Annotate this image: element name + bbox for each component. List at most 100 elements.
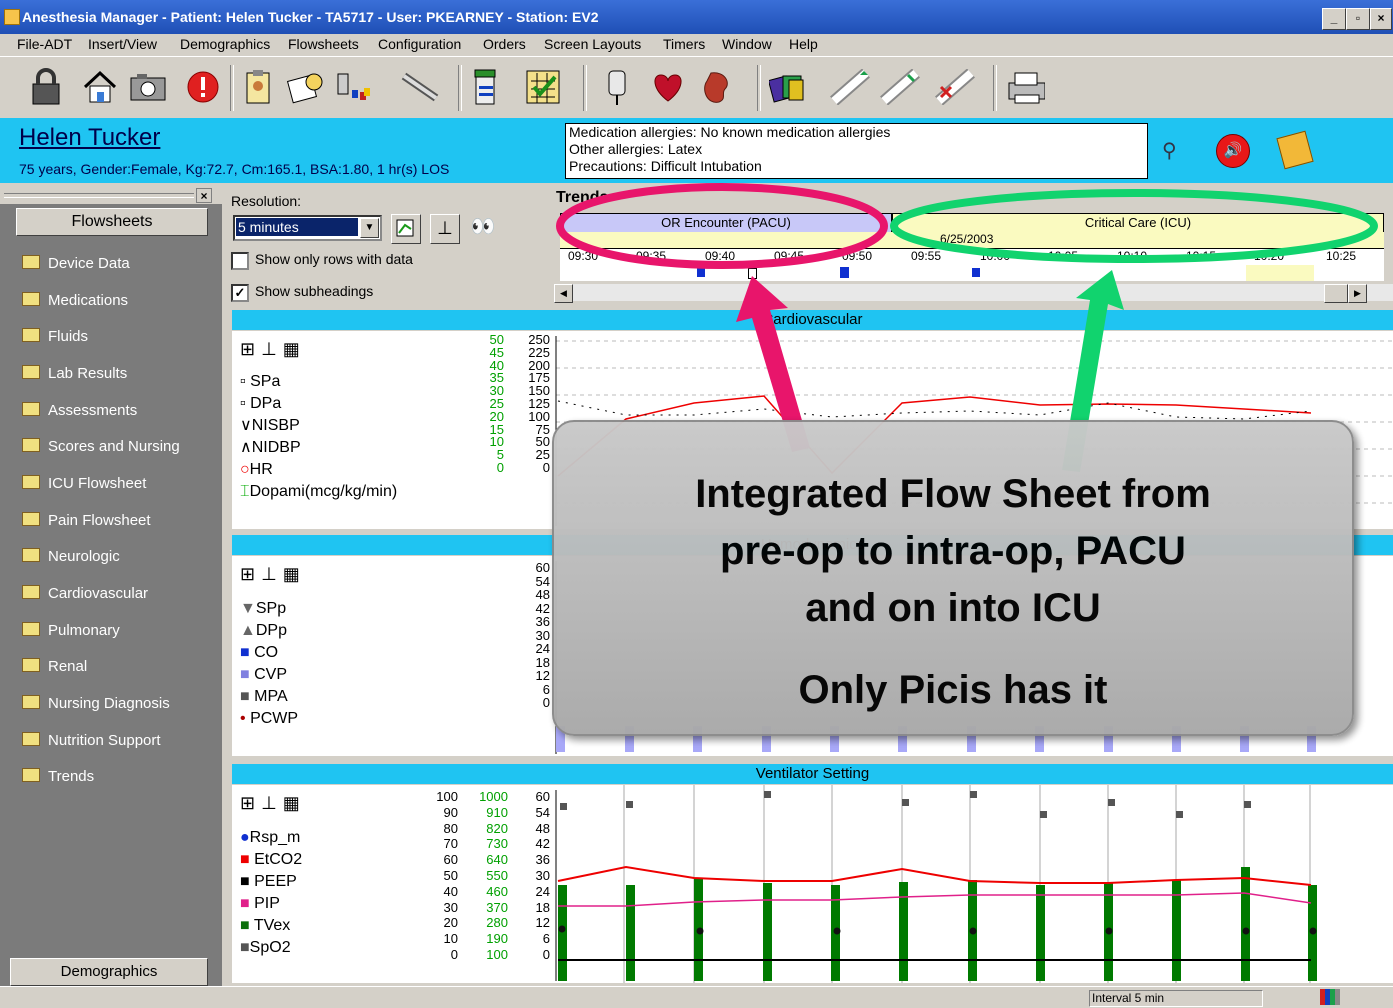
ventilator-panel-header[interactable]: Ventilator Setting (232, 764, 1393, 784)
camera-icon[interactable] (128, 67, 168, 107)
heart-icon[interactable] (648, 67, 688, 107)
legend-item[interactable]: ∧NIDBP (240, 437, 397, 459)
sidebar-item-medications[interactable]: Medications (22, 292, 128, 309)
stethoscope-icon[interactable]: ⚲ (1162, 138, 1177, 163)
legend-item[interactable]: ■ MPA (240, 686, 298, 708)
minimize-button[interactable]: _ (1322, 8, 1346, 30)
sidebar-item-pulmonary[interactable]: Pulmonary (22, 622, 120, 639)
scroll-right-icon[interactable]: ▶ (1348, 284, 1367, 303)
chart-tool-icons[interactable]: ⊞⊥▦ (240, 339, 306, 360)
menu-screen-layouts[interactable]: Screen Layouts (544, 36, 641, 52)
sidebar-item-renal[interactable]: Renal (22, 658, 87, 675)
sidebar-header-flowsheets[interactable]: Flowsheets (16, 208, 208, 236)
legend-item[interactable]: ■ PIP (240, 893, 302, 915)
legend-item[interactable]: ▲DPp (240, 620, 298, 642)
menu-configuration[interactable]: Configuration (378, 36, 461, 52)
or-encounter-band[interactable]: OR Encounter (PACU) (560, 213, 892, 233)
sidebar-item-trends[interactable]: Trends (22, 768, 94, 785)
status-indicator-icon[interactable] (1320, 989, 1340, 1005)
sidebar-item-icu-flowsheet[interactable]: ICU Flowsheet (22, 475, 146, 492)
legend-item[interactable]: ▫ SPa (240, 371, 397, 393)
sidebar-item-fluids[interactable]: Fluids (22, 328, 88, 345)
chart-view-icon[interactable] (391, 214, 421, 244)
sidebar-item-lab-results[interactable]: Lab Results (22, 365, 127, 382)
legend-item[interactable]: ▫ DPa (240, 393, 397, 415)
ekg-strip-2-icon[interactable] (880, 67, 920, 107)
legend-item[interactable]: ■ CO (240, 642, 298, 664)
sidebar-close-icon[interactable]: × (196, 188, 212, 203)
menu-timers[interactable]: Timers (663, 36, 705, 52)
chart-tool-icons[interactable]: ⊞⊥▦ (240, 564, 306, 585)
sidebar-item-nutrition-support[interactable]: Nutrition Support (22, 732, 161, 749)
folder-icon (22, 255, 40, 269)
cardiovascular-panel-header[interactable]: Cardiovascular (232, 310, 1393, 330)
sidebar-item-cardiovascular[interactable]: Cardiovascular (22, 585, 148, 602)
sidebar-item-assessments[interactable]: Assessments (22, 402, 137, 419)
show-rows-checkbox[interactable] (231, 252, 249, 270)
menu-demographics[interactable]: Demographics (180, 36, 270, 52)
event-marker[interactable] (748, 268, 757, 279)
notes-icon[interactable] (285, 67, 325, 107)
app-icon (4, 9, 20, 25)
menu-flowsheets[interactable]: Flowsheets (288, 36, 359, 52)
patient-name[interactable]: Helen Tucker (19, 124, 160, 152)
resolution-select[interactable]: 5 minutes ▼ (233, 215, 382, 241)
lock-icon[interactable] (26, 67, 66, 107)
timeline-scrollbar[interactable]: ◀ ▶ (554, 284, 1393, 303)
home-icon[interactable] (80, 67, 120, 107)
legend-item[interactable]: ⌶Dopami(mcg/kg/min) (240, 481, 397, 503)
iv-bag-icon[interactable] (597, 67, 637, 107)
menu-file-adt[interactable]: File-ADT (17, 36, 72, 52)
maximize-button[interactable]: ▫ (1346, 8, 1370, 30)
menu-insert-view[interactable]: Insert/View (88, 36, 157, 52)
callout-tagline: Only Picis has it (798, 668, 1108, 712)
pill-bottle-icon[interactable] (466, 67, 506, 107)
kidney-icon[interactable] (697, 67, 737, 107)
menu-window[interactable]: Window (722, 36, 772, 52)
legend-item[interactable]: ■SpO2 (240, 937, 302, 959)
legend-item[interactable]: ■ CVP (240, 664, 298, 686)
scroll-thumb[interactable] (1324, 284, 1348, 303)
printer-icon[interactable] (1005, 67, 1045, 107)
lock-badge-icon[interactable] (1276, 130, 1314, 170)
event-marker[interactable] (972, 268, 980, 277)
sidebar-item-nursing-diagnosis[interactable]: Nursing Diagnosis (22, 695, 170, 712)
ekg-strip-1-icon[interactable] (830, 67, 870, 107)
checklist-icon[interactable] (523, 67, 563, 107)
menu-help[interactable]: Help (789, 36, 818, 52)
chevron-down-icon[interactable]: ▼ (360, 218, 379, 238)
legend-item[interactable]: ■ EtCO2 (240, 849, 302, 871)
legend-item[interactable]: • PCWP (240, 708, 298, 730)
sidebar-item-scores-nursing[interactable]: Scores and Nursing (22, 438, 180, 455)
legend-item[interactable]: ■ PEEP (240, 871, 302, 893)
event-marker[interactable] (840, 267, 849, 278)
legend-item[interactable]: ▼SPp (240, 598, 298, 620)
precautions: Precautions: Difficult Intubation (569, 158, 762, 174)
toolbar (0, 56, 1393, 120)
close-button[interactable]: × (1370, 8, 1392, 30)
icu-encounter-band[interactable]: Critical Care (ICU) (892, 213, 1384, 233)
alert-icon[interactable] (183, 67, 223, 107)
syringe-icon[interactable] (400, 67, 440, 107)
sidebar-footer-demographics[interactable]: Demographics (10, 958, 208, 986)
legend-item[interactable]: ■ TVex (240, 915, 302, 937)
sidebar-item-neurologic[interactable]: Neurologic (22, 548, 120, 565)
menu-orders[interactable]: Orders (483, 36, 526, 52)
chart-tool-icons[interactable]: ⊞⊥▦ (240, 793, 306, 814)
sidebar-item-pain-flowsheet[interactable]: Pain Flowsheet (22, 512, 151, 529)
iv-pump-icon[interactable] (333, 67, 373, 107)
sidebar-item-device-data[interactable]: Device Data (22, 255, 130, 272)
clipboard-icon[interactable] (238, 67, 278, 107)
event-marker[interactable] (697, 268, 705, 277)
scroll-left-icon[interactable]: ◀ (554, 284, 573, 303)
binoculars-icon[interactable]: 👀 (468, 214, 498, 242)
jump-to-end-icon[interactable]: ⊥ (430, 214, 460, 244)
legend-item[interactable]: ○HR (240, 459, 397, 481)
ekg-strip-3-icon[interactable] (935, 67, 975, 107)
cards-icon[interactable] (768, 67, 808, 107)
time-tick: 09:50 (842, 249, 873, 263)
speaker-alert-icon[interactable]: 🔊 (1216, 134, 1250, 168)
show-subheadings-checkbox[interactable]: ✓ (231, 284, 249, 302)
legend-item[interactable]: ∨NISBP (240, 415, 397, 437)
legend-item[interactable]: ●Rsp_m (240, 827, 302, 849)
